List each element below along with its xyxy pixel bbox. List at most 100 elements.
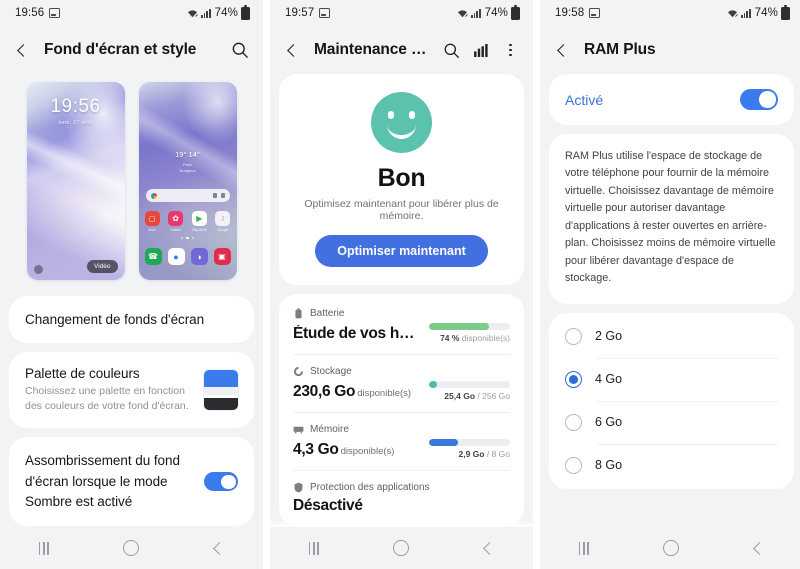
palette-swatch-icon[interactable] xyxy=(204,370,238,411)
caption-sep: / xyxy=(484,449,492,459)
ram-option-row[interactable]: 8 Go xyxy=(549,443,794,487)
setting-change-wallpaper[interactable]: Changement de fonds d'écran xyxy=(9,296,254,343)
back-icon[interactable] xyxy=(282,39,304,61)
caption-used: 74 % xyxy=(440,333,460,343)
device-status-description: Optimisez maintenant pour libérer plus d… xyxy=(304,198,499,222)
search-icon[interactable] xyxy=(442,41,461,60)
content-scroll[interactable]: 19:56 sam. 27 avril Vidéo 19° 14° Paris … xyxy=(0,74,263,527)
navigation-bar xyxy=(270,527,533,569)
home-icon[interactable] xyxy=(649,534,693,562)
battery-icon xyxy=(781,5,790,20)
progress-caption: 25,4 Go / 256 Go xyxy=(429,391,510,401)
optimize-now-button[interactable]: Optimiser maintenant xyxy=(315,235,488,267)
app-bar: Maintenance de l'a... xyxy=(270,26,533,74)
content-scroll[interactable]: Bon Optimisez maintenant pour libérer pl… xyxy=(270,74,533,527)
back-icon[interactable] xyxy=(12,39,34,61)
stat-row-app-protection[interactable]: Protection des applications Désactivé xyxy=(279,470,524,526)
stats-card: Batterie Étude de vos habit... 74 % disp… xyxy=(279,294,524,526)
ram-plus-description: RAM Plus utilise l'espace de stockage de… xyxy=(565,150,776,285)
stat-value: 230,6 Go disponible(s) xyxy=(293,383,411,401)
ram-option-label: 8 Go xyxy=(595,458,623,473)
preview-weather-temp: 19° 14° xyxy=(175,150,200,159)
radio-icon[interactable] xyxy=(565,413,582,431)
home-icon[interactable] xyxy=(109,534,153,562)
back-icon[interactable] xyxy=(552,39,574,61)
home-icon[interactable] xyxy=(379,534,423,562)
recents-icon[interactable] xyxy=(562,534,606,562)
status-clock: 19:58 xyxy=(555,7,585,19)
wifi-icon xyxy=(187,9,198,18)
progress-caption: 74 % disponible(s) xyxy=(429,333,510,343)
optimize-card: Bon Optimisez maintenant pour libérer pl… xyxy=(279,74,524,285)
lens-icon xyxy=(220,193,225,198)
preview-app-row: ▢ Store ✿ Galerie ▶ Play Store ⁝ Google xyxy=(144,211,231,232)
lock-screen-preview[interactable]: 19:56 sam. 27 avril Vidéo xyxy=(26,82,125,280)
storage-icon xyxy=(293,366,304,377)
stat-row-battery[interactable]: Batterie Étude de vos habit... 74 % disp… xyxy=(279,296,524,354)
ram-option-row[interactable]: 2 Go xyxy=(549,315,794,358)
stats-icon[interactable] xyxy=(472,41,491,60)
battery-percent: 74% xyxy=(484,7,508,19)
radio-icon[interactable] xyxy=(565,456,582,474)
app-bar-actions xyxy=(442,41,519,60)
radio-icon[interactable] xyxy=(565,327,582,345)
setting-color-palette[interactable]: Palette de couleurs Choisissez une palet… xyxy=(9,352,254,429)
stat-body: 4,3 Go disponible(s) 2,9 Go / 8 Go xyxy=(293,439,510,459)
ram-plus-toggle[interactable] xyxy=(740,89,778,110)
dock-icon-internet: ◑ xyxy=(190,248,208,265)
scroll-fade xyxy=(270,519,533,527)
app-label: Galerie xyxy=(170,228,181,232)
setting-dim-wallpaper[interactable]: Assombrissement du fond d'écran lorsque … xyxy=(9,437,254,527)
battery-icon xyxy=(241,5,250,20)
wifi-icon xyxy=(457,9,468,18)
ram-option-label: 6 Go xyxy=(595,415,623,430)
caption-total: 8 Go xyxy=(491,449,510,459)
dock-icon-camera: ▣ xyxy=(213,248,231,265)
dim-wallpaper-toggle[interactable] xyxy=(204,472,238,492)
stat-label: Batterie xyxy=(310,308,345,319)
stat-body: 230,6 Go disponible(s) 25,4 Go / 256 Go xyxy=(293,381,510,401)
back-nav-icon[interactable] xyxy=(197,534,241,562)
dock-icon-phone: ☎ xyxy=(144,248,162,265)
phone-panel-ram-plus: 19:58 74% RAM Plus Activé RAM Plus utili… xyxy=(540,0,800,569)
stat-value: 4,3 Go disponible(s) xyxy=(293,441,394,459)
setting-subtitle: Choisissez une palette en fonction des c… xyxy=(25,385,189,413)
progress-caption: 2,9 Go / 8 Go xyxy=(429,449,510,459)
stat-row-memory[interactable]: Mémoire 4,3 Go disponible(s) 2,9 Go / 8 G… xyxy=(279,412,524,470)
content-scroll[interactable]: Activé RAM Plus utilise l'espace de stoc… xyxy=(540,74,800,527)
status-bar: 19:58 74% xyxy=(540,0,800,26)
recents-icon[interactable] xyxy=(22,534,66,562)
ram-size-options: 2 Go 4 Go 6 Go 8 Go xyxy=(549,312,794,489)
caption-sep: disponible(s) xyxy=(459,333,510,343)
search-icon[interactable] xyxy=(230,41,249,60)
radio-icon-selected[interactable] xyxy=(565,370,582,388)
preview-dock: ☎ ● ◑ ▣ xyxy=(144,248,231,265)
ram-plus-description-card: RAM Plus utilise l'espace de stockage de… xyxy=(549,134,794,304)
stat-row-storage[interactable]: Stockage 230,6 Go disponible(s) 25,4 Go /… xyxy=(279,354,524,412)
preview-lock-date: sam. 27 avril xyxy=(58,120,93,126)
video-badge: Vidéo xyxy=(86,260,118,273)
toggle-label: Activé xyxy=(565,91,604,108)
page-title: Fond d'écran et style xyxy=(44,41,197,58)
stat-header: Mémoire xyxy=(293,424,510,435)
setting-title: Changement de fonds d'écran xyxy=(25,312,205,327)
status-bar: 19:57 74% xyxy=(270,0,533,26)
image-icon xyxy=(319,8,331,18)
recents-icon[interactable] xyxy=(292,534,336,562)
home-screen-preview[interactable]: 19° 14° Paris Nuageux ▢ Store ✿ Galerie ▶ P… xyxy=(138,82,237,280)
back-nav-icon[interactable] xyxy=(737,534,781,562)
ram-plus-toggle-row[interactable]: Activé xyxy=(549,74,794,125)
stat-header: Protection des applications xyxy=(293,482,510,493)
back-nav-icon[interactable] xyxy=(467,534,511,562)
stat-meter: 74 % disponible(s) xyxy=(429,323,510,343)
stat-value-unit: disponible(s) xyxy=(357,388,412,399)
navigation-bar xyxy=(0,527,263,569)
progress-bar xyxy=(429,381,510,388)
ram-option-row[interactable]: 6 Go xyxy=(549,400,794,444)
phone-icon xyxy=(33,265,43,274)
more-icon[interactable] xyxy=(502,43,519,57)
shield-icon xyxy=(293,482,304,493)
caption-used: 25,4 Go xyxy=(444,391,476,401)
ram-option-row[interactable]: 4 Go xyxy=(549,357,794,401)
app-bar: Fond d'écran et style xyxy=(0,26,263,74)
